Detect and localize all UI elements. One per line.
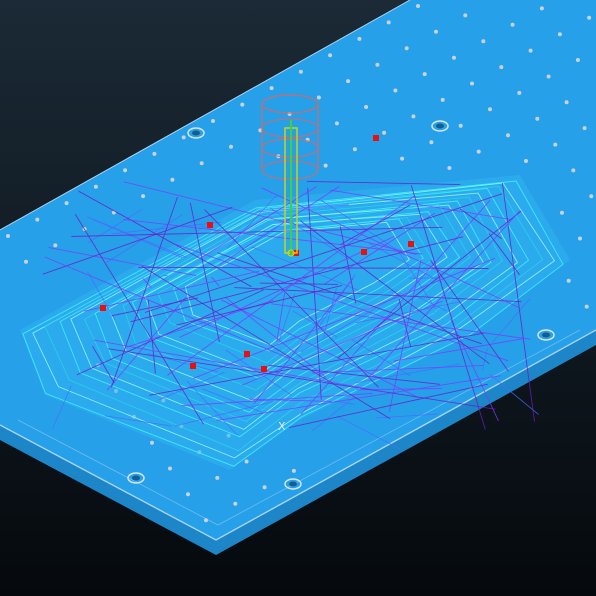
bolt-hole bbox=[244, 459, 249, 464]
bolt-hole bbox=[499, 65, 504, 70]
bolt-hole bbox=[566, 278, 571, 283]
bolt-hole bbox=[528, 48, 533, 53]
bolt-hole bbox=[152, 151, 157, 156]
bolt-hole bbox=[240, 102, 245, 107]
bolt-hole bbox=[123, 168, 128, 173]
mounting-hole-bore bbox=[436, 123, 444, 129]
bolt-hole bbox=[170, 177, 175, 182]
bolt-hole bbox=[429, 140, 434, 145]
bolt-hole bbox=[204, 518, 208, 523]
bolt-hole bbox=[553, 142, 558, 147]
bolt-hole bbox=[535, 116, 540, 121]
mounting-hole-bore bbox=[192, 130, 200, 136]
bolt-hole bbox=[422, 72, 427, 77]
bolt-hole bbox=[141, 194, 146, 199]
axis-marker-label: X bbox=[278, 420, 286, 433]
bolt-hole bbox=[411, 114, 416, 119]
bolt-hole bbox=[481, 39, 486, 44]
bolt-hole bbox=[488, 107, 492, 112]
bolt-hole bbox=[589, 194, 594, 199]
bolt-hole bbox=[517, 90, 522, 95]
bolt-hole bbox=[323, 163, 328, 168]
bolt-hole bbox=[364, 105, 369, 109]
bolt-hole bbox=[233, 501, 238, 506]
bolt-hole bbox=[269, 86, 274, 91]
bolt-hole bbox=[578, 236, 582, 241]
bolt-hole bbox=[582, 126, 587, 131]
bolt-hole bbox=[404, 46, 409, 51]
bolt-hole bbox=[434, 29, 438, 34]
bolt-hole bbox=[524, 159, 528, 163]
bolt-hole bbox=[229, 144, 233, 149]
bolt-hole bbox=[199, 161, 204, 166]
bolt-hole bbox=[352, 147, 357, 152]
marker-point[interactable] bbox=[244, 351, 250, 357]
bolt-hole bbox=[6, 234, 10, 238]
mounting-hole-bore bbox=[289, 481, 297, 487]
bolt-hole bbox=[382, 130, 387, 135]
marker-point[interactable] bbox=[261, 366, 267, 372]
marker-point[interactable] bbox=[408, 241, 414, 247]
bolt-hole bbox=[440, 97, 445, 102]
bolt-hole bbox=[400, 156, 405, 161]
bolt-hole bbox=[463, 13, 468, 18]
bolt-hole bbox=[416, 4, 420, 8]
bolt-hole bbox=[564, 100, 569, 105]
bolt-hole bbox=[452, 55, 456, 60]
bolt-hole bbox=[168, 466, 172, 471]
bolt-hole bbox=[458, 123, 463, 128]
mounting-hole-bore bbox=[542, 332, 550, 338]
marker-point[interactable] bbox=[190, 363, 196, 369]
bolt-hole bbox=[316, 95, 321, 100]
bolt-hole bbox=[262, 485, 267, 490]
bolt-hole bbox=[64, 201, 69, 206]
bolt-hole bbox=[291, 468, 296, 473]
roughing-pass bbox=[409, 277, 447, 279]
bolt-hole bbox=[215, 475, 220, 480]
bolt-hole bbox=[560, 210, 564, 215]
bolt-hole bbox=[93, 184, 98, 189]
bolt-hole bbox=[557, 32, 562, 37]
bolt-hole bbox=[510, 22, 515, 27]
bolt-hole bbox=[584, 304, 589, 309]
bolt-hole bbox=[186, 492, 190, 497]
bolt-hole bbox=[357, 36, 362, 41]
bolt-hole bbox=[375, 62, 380, 67]
marker-point[interactable] bbox=[373, 135, 379, 141]
bolt-hole bbox=[476, 149, 481, 154]
bolt-hole bbox=[470, 81, 474, 86]
bolt-hole bbox=[35, 217, 40, 222]
bolt-hole bbox=[181, 135, 186, 140]
bolt-hole bbox=[53, 243, 58, 248]
bolt-hole bbox=[447, 166, 452, 170]
bolt-hole bbox=[24, 259, 28, 264]
bolt-hole bbox=[328, 53, 333, 58]
bolt-hole bbox=[386, 20, 391, 25]
marker-point[interactable] bbox=[361, 249, 367, 255]
bolt-hole bbox=[393, 88, 398, 93]
marker-point[interactable] bbox=[100, 305, 106, 311]
bolt-hole bbox=[298, 69, 303, 74]
bolt-hole bbox=[587, 15, 592, 20]
bolt-hole bbox=[334, 121, 339, 126]
bolt-hole bbox=[211, 119, 215, 123]
bolt-hole bbox=[546, 74, 551, 79]
bolt-hole bbox=[506, 133, 510, 138]
mounting-hole-bore bbox=[132, 475, 140, 481]
bolt-hole bbox=[575, 58, 580, 62]
bolt-hole bbox=[346, 79, 351, 84]
bolt-hole bbox=[150, 440, 154, 445]
toolpath-scene[interactable]: X bbox=[0, 0, 596, 596]
cam-3d-viewport[interactable]: X bbox=[0, 0, 596, 596]
bolt-hole bbox=[539, 6, 544, 11]
bolt-hole bbox=[571, 168, 576, 173]
marker-point[interactable] bbox=[207, 222, 213, 228]
